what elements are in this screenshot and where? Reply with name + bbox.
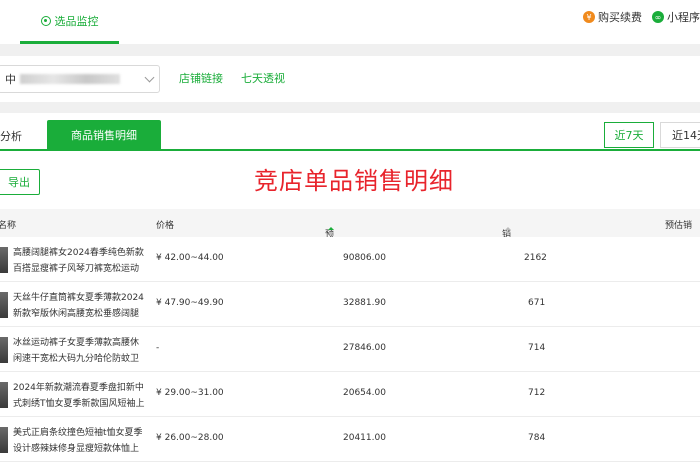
renew-label: 购买续费	[598, 11, 642, 24]
header-extra: 预估销	[665, 221, 693, 231]
product-price: -	[156, 343, 160, 353]
period-7-days-label: 近7天	[614, 129, 644, 142]
mini-program-label: 小程序	[667, 11, 700, 24]
product-count: 712	[528, 388, 546, 398]
product-price: ¥ 47.90~49.90	[156, 298, 224, 308]
product-thumbnail	[0, 337, 8, 363]
table-header: 名称 价格 预估销售额(元) 销售件数(件) 预估销	[0, 209, 700, 305]
filter-bar: 中 店铺链接 七天透视	[0, 56, 700, 102]
top-right-actions: ¥ 购买续费 ∞ 小程序	[573, 0, 700, 34]
tab-product-monitor[interactable]: 选品监控	[20, 0, 119, 44]
product-thumbnail	[0, 292, 8, 318]
product-thumbnail	[0, 382, 8, 408]
table-row[interactable]: 冰丝运动裤子女夏季薄款高腰休闲速干宽松大码九分哈伦防蚊卫裤潮 - 27846.0…	[0, 327, 700, 372]
product-count: 784	[528, 433, 546, 443]
product-amount: 32881.90	[343, 298, 386, 308]
mini-program-button[interactable]: ∞ 小程序	[652, 9, 700, 25]
header-name: 名称	[0, 221, 17, 231]
chevron-down-icon	[144, 72, 155, 83]
product-price: ¥ 26.00~28.00	[156, 433, 224, 443]
table-row[interactable]: 天丝牛仔直筒裤女夏季薄款2024新款窄版休闲高腰宽松垂感阔腿裤子 ¥ 47.90…	[0, 282, 700, 327]
period-14-days[interactable]: 近14天	[660, 122, 700, 148]
shop-select-value: 中	[5, 73, 16, 86]
page-title: 竞店单品销售明细	[254, 167, 454, 195]
shop-select[interactable]: 中	[0, 65, 160, 93]
sort-icon	[328, 227, 334, 236]
export-label: 导出	[8, 176, 30, 189]
product-thumbnail	[0, 427, 8, 453]
product-amount: 20411.00	[343, 433, 386, 443]
sort-icon	[505, 227, 511, 236]
product-name[interactable]: 2024年新款潮流春夏季盘扣新中式刺绣T恤女夏季新款国风短袖上衣	[13, 380, 145, 412]
product-price: ¥ 42.00~44.00	[156, 253, 224, 263]
product-amount: 90806.00	[343, 253, 386, 263]
seven-day-link[interactable]: 七天透视	[241, 70, 285, 86]
tab-product-monitor-label: 选品监控	[54, 14, 99, 28]
product-count: 671	[528, 298, 546, 308]
product-count: 714	[528, 343, 546, 353]
main-panel: 分析 商品销售明细 近7天 近14天 竞店单品销售明细 导出 名称 价格 预估销…	[0, 113, 700, 470]
yen-coin-icon: ¥	[583, 11, 595, 23]
product-count: 2162	[524, 253, 547, 263]
mini-program-icon: ∞	[652, 11, 664, 23]
shop-name-blurred	[20, 74, 120, 84]
table-row[interactable]: 2024年新款潮流春夏季盘扣新中式刺绣T恤女夏季新款国风短袖上衣 ¥ 29.00…	[0, 372, 700, 417]
tab-sales-detail-label: 商品销售明细	[71, 129, 137, 142]
product-name[interactable]: 天丝牛仔直筒裤女夏季薄款2024新款窄版休闲高腰宽松垂感阔腿裤子	[13, 290, 145, 322]
product-thumbnail	[0, 247, 8, 273]
product-name[interactable]: 美式正肩条纹撞色短袖t恤女夏季设计感辣妹修身显瘦短款体恤上衣	[13, 425, 145, 457]
product-amount: 20654.00	[343, 388, 386, 398]
header-price: 价格	[156, 221, 175, 231]
monitor-icon	[40, 15, 51, 26]
export-button[interactable]: 导出	[0, 169, 40, 195]
tab-analysis[interactable]: 分析	[0, 125, 22, 149]
product-name[interactable]: 冰丝运动裤子女夏季薄款高腰休闲速干宽松大码九分哈伦防蚊卫裤潮	[13, 335, 145, 367]
product-name[interactable]: 高腰阔腿裤女2024春季纯色新款百搭显瘦裤子风琴刀裤宽松运动裤	[13, 245, 145, 277]
store-link[interactable]: 店铺链接	[179, 70, 223, 86]
tab-underline	[0, 149, 700, 151]
period-7-days[interactable]: 近7天	[604, 122, 654, 148]
table-row[interactable]: 美式正肩条纹撞色短袖t恤女夏季设计感辣妹修身显瘦短款体恤上衣 ¥ 26.00~2…	[0, 417, 700, 462]
period-14-days-label: 近14天	[672, 129, 700, 142]
table-row[interactable]: 高腰阔腿裤女2024春季纯色新款百搭显瘦裤子风琴刀裤宽松运动裤 ¥ 42.00~…	[0, 237, 700, 282]
tab-sales-detail[interactable]: 商品销售明细	[47, 120, 161, 150]
product-amount: 27846.00	[343, 343, 386, 353]
renew-button[interactable]: ¥ 购买续费	[583, 9, 642, 25]
product-price: ¥ 29.00~31.00	[156, 388, 224, 398]
top-bar: 选品监控 ¥ 购买续费 ∞ 小程序	[0, 0, 700, 44]
